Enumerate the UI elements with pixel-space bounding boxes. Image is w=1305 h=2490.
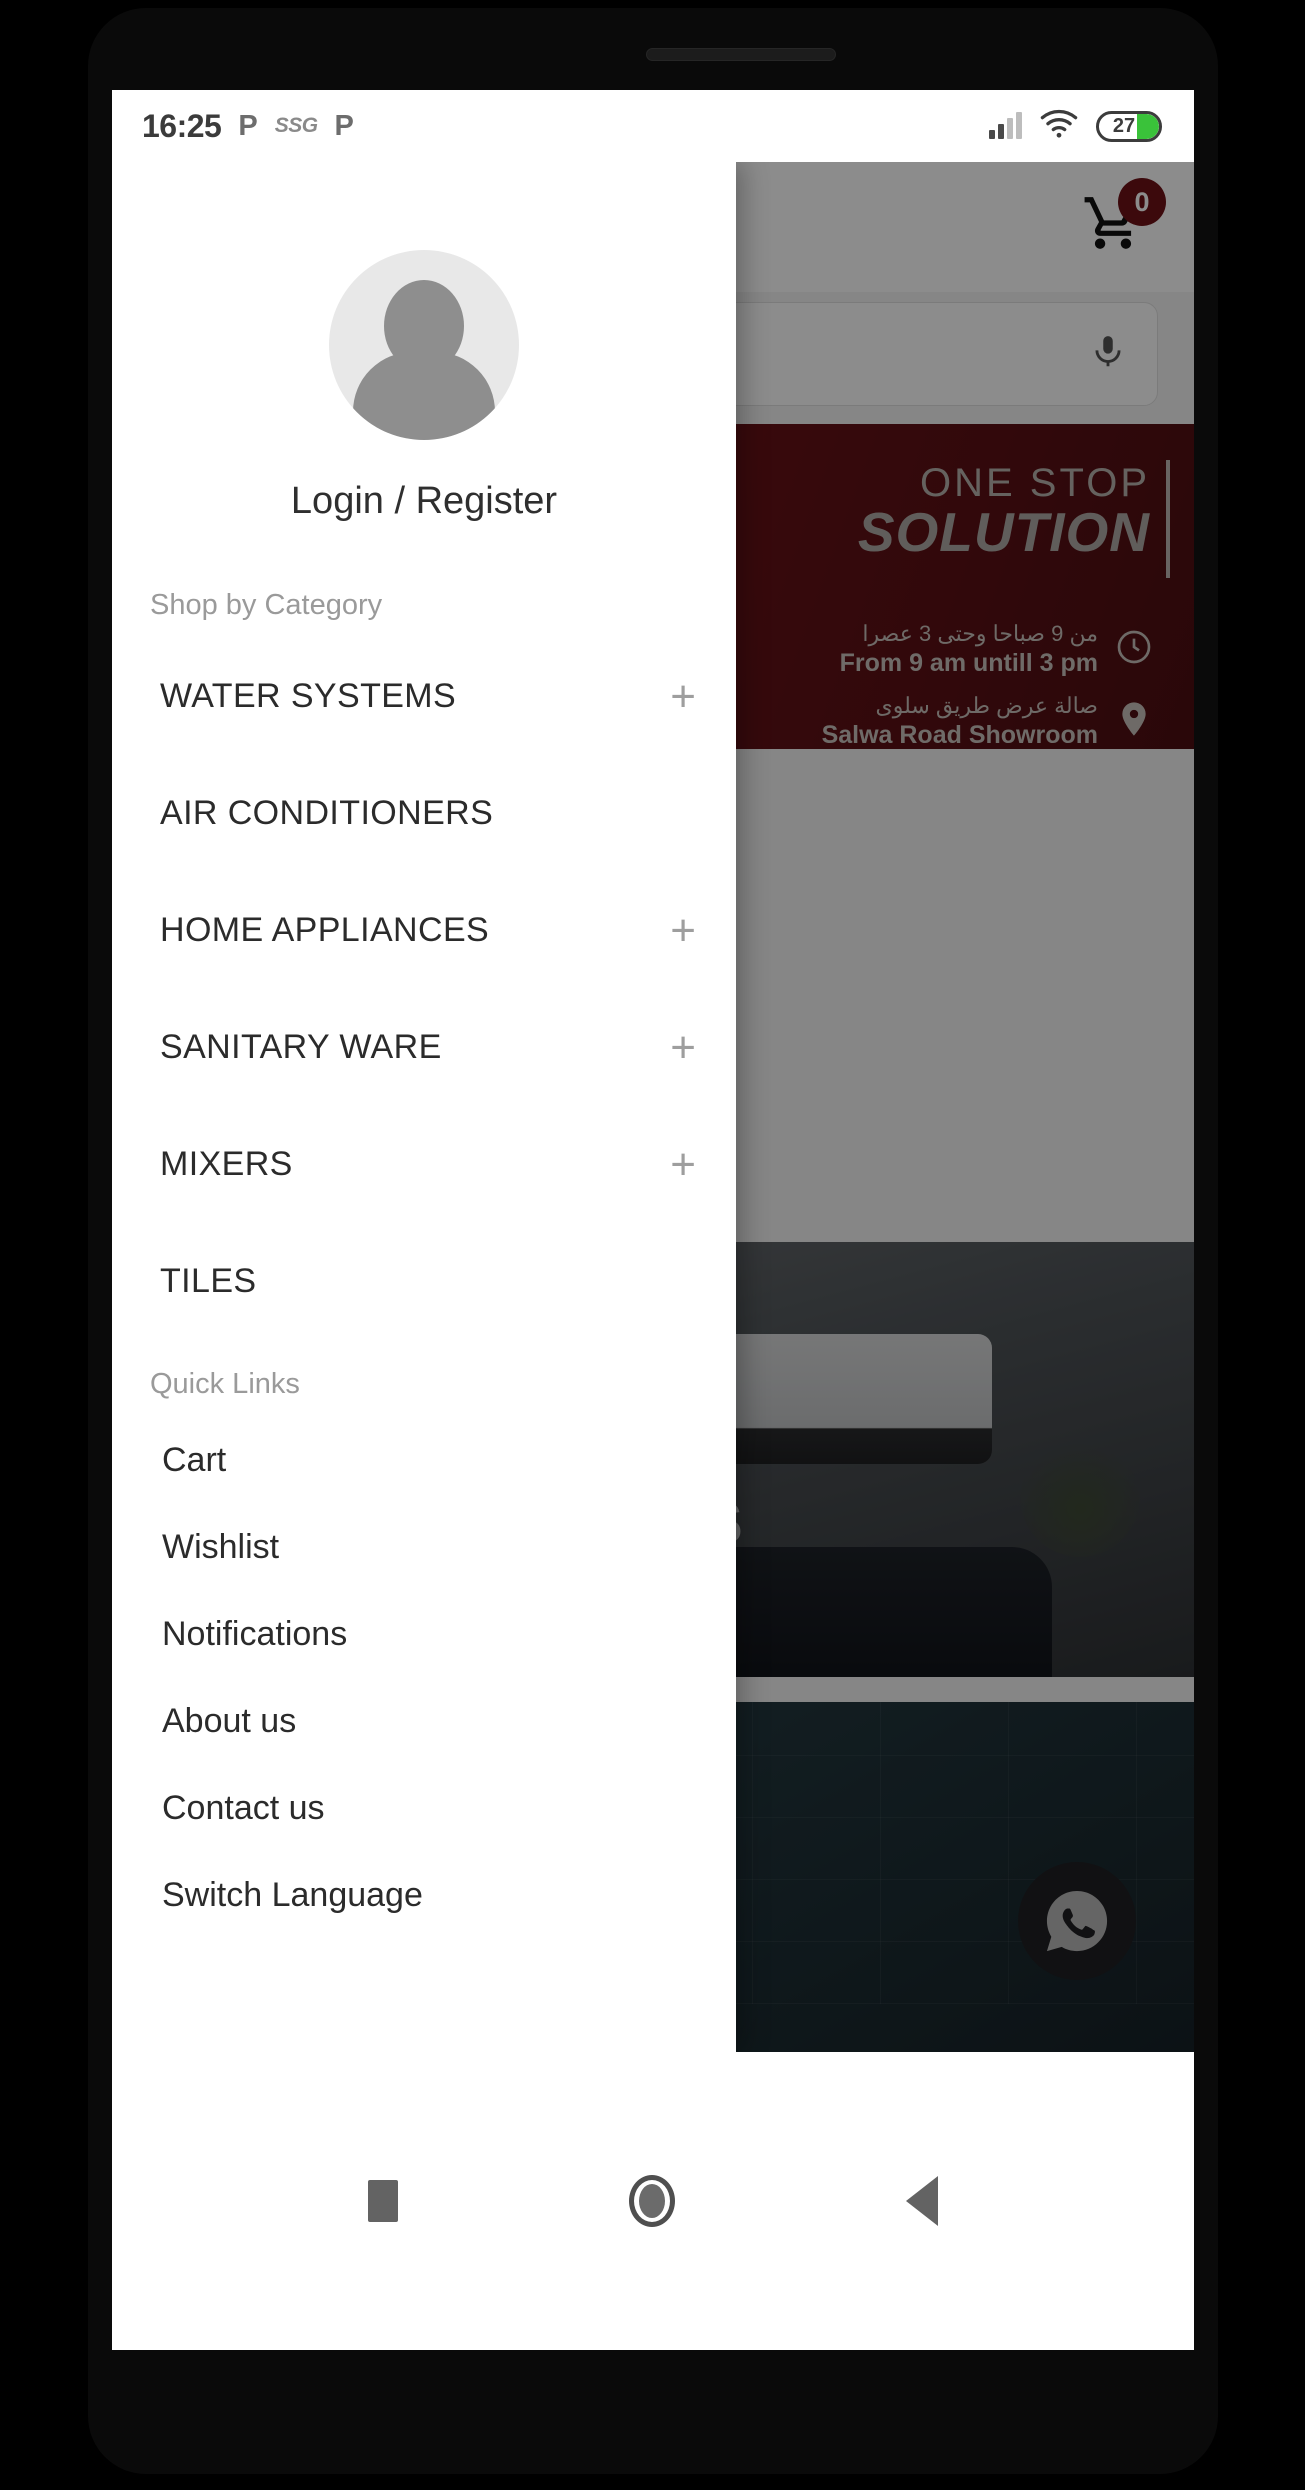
android-navigation-bar	[112, 2052, 1194, 2350]
category-label: HOME APPLIANCES	[160, 911, 490, 949]
sidebar-item-sanitary-ware[interactable]: SANITARY WARE +	[112, 989, 736, 1106]
pinterest-icon: P	[334, 109, 354, 142]
shop-by-category-title: Shop by Category	[150, 589, 383, 621]
sidebar-item-air-conditioners[interactable]: AIR CONDITIONERS +	[112, 755, 736, 872]
status-bar-left: 16:25 P SSG P	[142, 108, 354, 145]
pinterest-icon: P	[238, 109, 258, 142]
sidebar-item-notifications[interactable]: Notifications	[112, 1591, 736, 1678]
drawer-header: Login / Register	[112, 162, 736, 523]
battery-percent: 27	[1112, 114, 1136, 137]
battery-icon: 27	[1096, 110, 1162, 142]
quick-links-title: Quick Links	[150, 1368, 300, 1400]
category-label: AIR CONDITIONERS	[160, 794, 494, 832]
sidebar-item-home-appliances[interactable]: HOME APPLIANCES +	[112, 872, 736, 989]
category-label: WATER SYSTEMS	[160, 677, 457, 715]
recents-button-icon[interactable]	[367, 2180, 398, 2222]
sidebar-item-cart[interactable]: Cart	[112, 1417, 736, 1504]
sidebar-item-contact-us[interactable]: Contact us	[112, 1765, 736, 1852]
quick-link-label: Notifications	[162, 1615, 348, 1653]
speaker-notch-icon	[646, 48, 836, 61]
avatar-body	[353, 352, 495, 440]
quick-link-label: Switch Language	[162, 1876, 423, 1914]
quick-link-label: Wishlist	[162, 1528, 280, 1566]
back-button-icon[interactable]	[906, 2176, 939, 2226]
category-label: SANITARY WARE	[160, 1028, 442, 1066]
home-button-icon[interactable]	[628, 2175, 675, 2227]
status-time: 16:25	[142, 107, 222, 144]
status-bar-right: 27	[989, 109, 1162, 144]
category-label: MIXERS	[160, 1145, 293, 1183]
person-avatar-icon[interactable]	[329, 250, 519, 440]
plus-icon[interactable]: +	[670, 908, 696, 953]
category-list: WATER SYSTEMS + AIR CONDITIONERS + HOME …	[112, 638, 736, 1340]
login-register-button[interactable]: Login / Register	[291, 480, 557, 523]
plus-icon[interactable]: +	[670, 1142, 696, 1187]
sidebar-item-wishlist[interactable]: Wishlist	[112, 1504, 736, 1591]
quick-link-label: Cart	[162, 1441, 227, 1479]
sidebar-item-water-systems[interactable]: WATER SYSTEMS +	[112, 638, 736, 755]
sidebar-item-tiles[interactable]: TILES +	[112, 1223, 736, 1340]
phone-frame: 0 Search ONE STOP SOLUTION	[0, 0, 1305, 2490]
plus-icon[interactable]: +	[670, 1025, 696, 1070]
quick-link-label: Contact us	[162, 1789, 325, 1827]
signal-bars-icon	[989, 112, 1022, 139]
category-label: TILES	[160, 1262, 257, 1300]
ssg-icon: SSG	[274, 114, 318, 137]
wifi-icon	[1040, 109, 1078, 144]
sidebar-item-switch-language[interactable]: Switch Language	[112, 1852, 736, 1939]
quick-link-label: About us	[162, 1702, 297, 1740]
sidebar-item-about-us[interactable]: About us	[112, 1678, 736, 1765]
phone-screen: 0 Search ONE STOP SOLUTION	[112, 90, 1194, 2350]
navigation-drawer: Login / Register Shop by Category WATER …	[112, 162, 736, 2052]
plus-icon[interactable]: +	[670, 674, 696, 719]
quick-links-list: Cart Wishlist Notifications About us Con…	[112, 1417, 736, 1939]
sidebar-item-mixers[interactable]: MIXERS +	[112, 1106, 736, 1223]
status-bar: 16:25 P SSG P 27	[112, 90, 1194, 162]
